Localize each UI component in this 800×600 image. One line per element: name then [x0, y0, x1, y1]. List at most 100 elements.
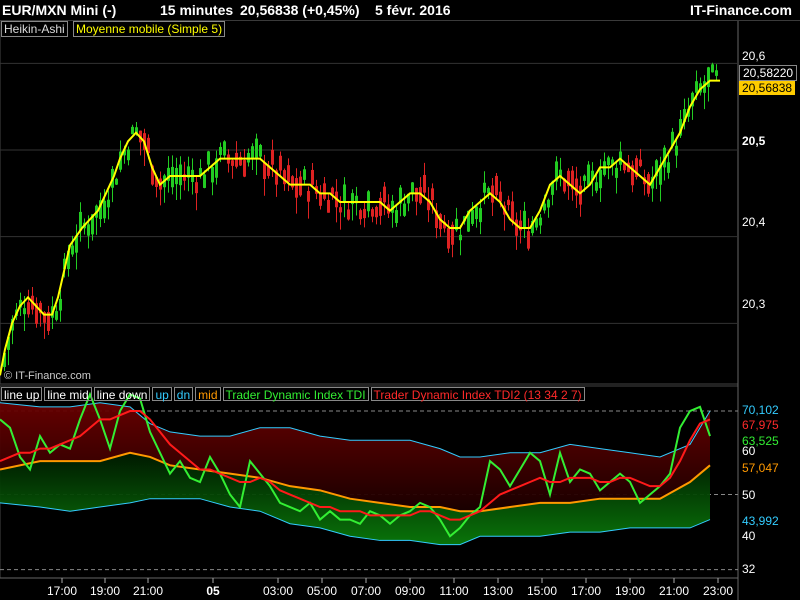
candle-body: [495, 175, 498, 196]
candle-body: [295, 178, 298, 198]
candle-body: [447, 228, 450, 249]
x-tick-0: 17:00: [46, 584, 78, 598]
candle-body: [327, 199, 330, 213]
tdi-tag: 63,525: [742, 434, 779, 448]
candle-body: [207, 151, 210, 165]
candle-body: [431, 188, 434, 201]
candle-body: [415, 187, 418, 202]
candle-body: [231, 160, 234, 166]
x-tick-7: 09:00: [394, 584, 426, 598]
legend-tdi[interactable]: Trader Dynamic Index TDI: [222, 387, 369, 402]
candle-body: [475, 206, 478, 220]
candle-body: [87, 224, 90, 236]
candle-body: [363, 208, 366, 219]
candle-body: [411, 182, 414, 193]
candle-body: [259, 144, 262, 157]
candle-body: [243, 160, 246, 177]
candle-body: [339, 207, 342, 213]
x-axis-ticks: [61, 578, 719, 583]
y-tick-40: 40: [742, 529, 756, 543]
candle-body: [547, 199, 550, 208]
candle-body: [27, 302, 30, 315]
candle-body: [587, 164, 590, 186]
price-value-tag: 20,56838: [739, 81, 796, 95]
candle-body: [291, 176, 294, 188]
watermark: © IT-Finance.com: [4, 370, 91, 382]
timeframe-label[interactable]: 15 minutes: [160, 2, 233, 18]
candle-body: [371, 209, 374, 217]
date-label: 5 févr. 2016: [375, 2, 451, 18]
candle-body: [287, 165, 290, 182]
header-bar: EUR/MXN Mini (-) 15 minutes 20,56838 (+0…: [0, 0, 800, 21]
candle-body: [223, 141, 226, 156]
candle-body: [383, 186, 386, 203]
down-band-tag: 43,992: [742, 514, 779, 528]
legend-up[interactable]: up: [152, 387, 172, 402]
candle-body: [711, 64, 714, 73]
candle-body: [423, 174, 426, 193]
legend-mid[interactable]: mid: [195, 387, 221, 402]
candle-body: [599, 169, 602, 189]
candle-body: [307, 190, 310, 202]
candle-body: [471, 209, 474, 224]
x-tick-9: 13:00: [482, 584, 514, 598]
candle-body: [115, 178, 118, 185]
candle-body: [255, 138, 258, 159]
candle-body: [675, 145, 678, 156]
brand-label: IT-Finance.com: [690, 2, 792, 18]
symbol-label[interactable]: EUR/MXN Mini (-): [2, 2, 116, 18]
x-tick-11: 17:00: [570, 584, 602, 598]
legend-line-up[interactable]: line up: [1, 387, 43, 402]
x-tick-5: 05:00: [306, 584, 338, 598]
legend-line-mid[interactable]: line mid: [44, 387, 92, 402]
candle-body: [299, 176, 302, 196]
candle-body: [103, 200, 106, 219]
candle-body: [203, 174, 206, 188]
candle-body: [263, 162, 266, 180]
x-tick-6: 07:00: [350, 584, 382, 598]
x-tick-12: 19:00: [614, 584, 646, 598]
candle-body: [279, 155, 282, 171]
candle-body: [459, 234, 462, 241]
candle-body: [71, 245, 74, 255]
candle-body: [343, 184, 346, 202]
candle-body: [527, 231, 530, 249]
legend-line-down[interactable]: line down: [93, 387, 151, 402]
legend-moving-average[interactable]: Moyenne mobile (Simple 5): [73, 21, 226, 37]
candle-body: [479, 208, 482, 223]
candle-body: [107, 199, 110, 208]
candle-body: [695, 81, 698, 93]
candle-body: [523, 210, 526, 228]
candle-body: [375, 206, 378, 218]
candle-body: [595, 182, 598, 191]
candle-body: [507, 199, 510, 206]
y-tick-20-5: 20,5: [742, 134, 766, 148]
candle-body: [311, 169, 314, 185]
legend-tdi2[interactable]: Trader Dynamic Index TDI2 (13 34 2 7): [370, 387, 585, 402]
x-tick-8: 11:00: [439, 584, 469, 598]
legend-dn[interactable]: dn: [173, 387, 194, 402]
legend-heikin-ashi[interactable]: Heikin-Ashi: [1, 21, 68, 37]
x-tick-3: 05: [206, 584, 220, 598]
candle-body: [127, 149, 130, 161]
candle-body: [323, 183, 326, 199]
ma-value-tag: 20,58220: [739, 65, 798, 81]
y-tick-50: 50: [742, 488, 756, 502]
candle-body: [303, 169, 306, 180]
candle-body: [251, 146, 254, 160]
candle-body: [395, 210, 398, 224]
candle-body: [403, 203, 406, 216]
candle-body: [171, 166, 174, 188]
candle-body: [179, 164, 182, 186]
x-tick-4: 03:00: [262, 584, 294, 598]
candle-body: [347, 209, 350, 220]
candle-body: [55, 311, 58, 320]
candle-body: [511, 201, 514, 222]
candle-body: [379, 197, 382, 216]
y-tick-20-6: 20,6: [742, 49, 766, 63]
candle-body: [23, 308, 26, 315]
y-tick-32: 32: [742, 562, 756, 576]
mid-tag: 57,047: [742, 461, 779, 475]
x-tick-10: 15:00: [526, 584, 558, 598]
candle-body: [219, 146, 222, 155]
